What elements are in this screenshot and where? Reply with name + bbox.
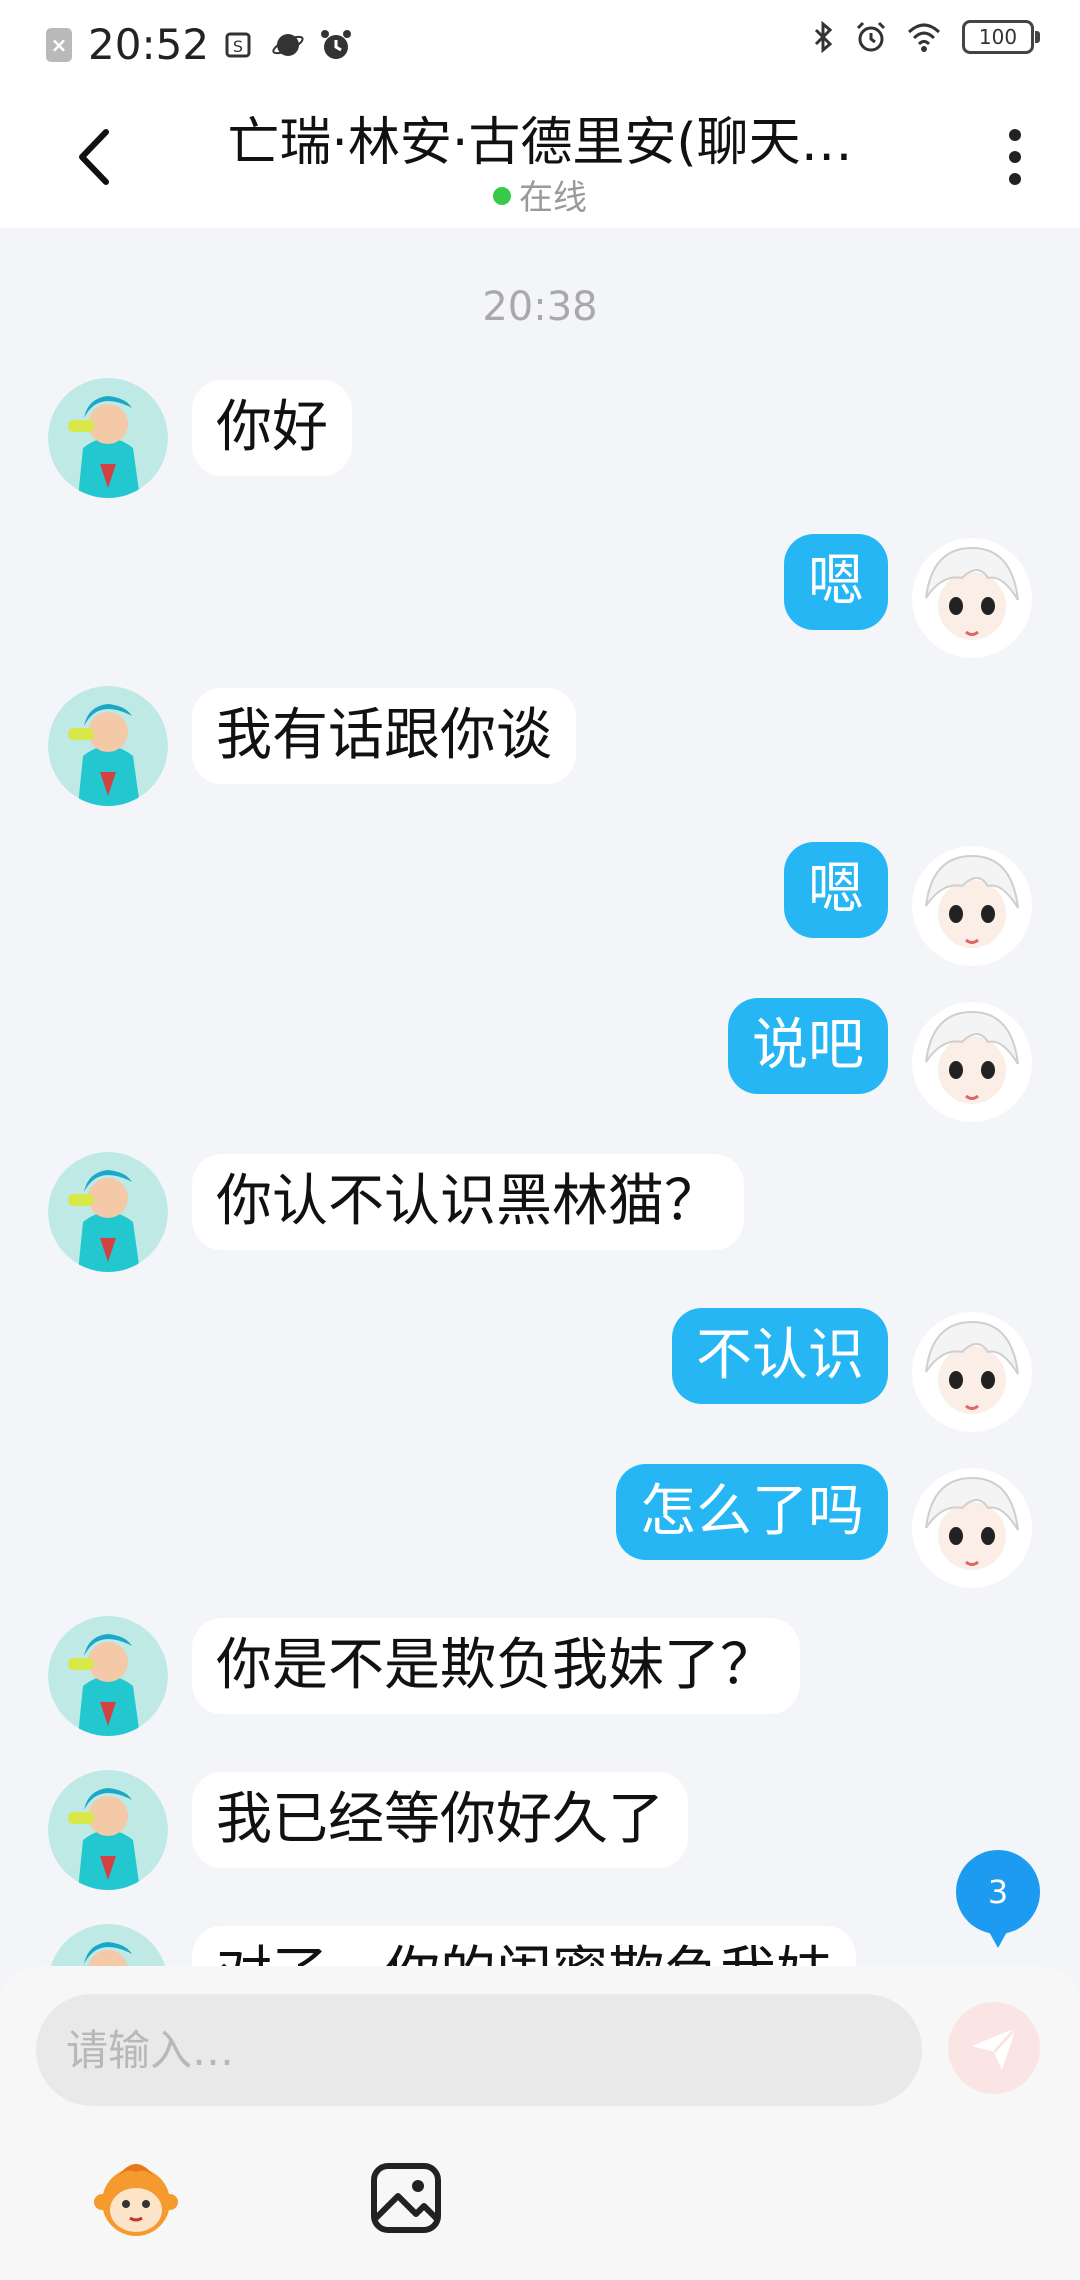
contact-avatar[interactable] bbox=[48, 378, 168, 498]
message-bubble[interactable]: 你是不是欺负我妹了？ bbox=[192, 1618, 800, 1714]
message-bubble[interactable]: 嗯 bbox=[784, 534, 888, 630]
message-bubble[interactable]: 嗯 bbox=[784, 842, 888, 938]
contact-avatar[interactable] bbox=[48, 1616, 168, 1736]
outgoing-message: 说吧 bbox=[0, 996, 1080, 1126]
unread-count-badge[interactable]: 3 bbox=[956, 1850, 1040, 1948]
chat-header: 亡瑞·林安·古德里安(聊天… 在线 bbox=[0, 84, 1080, 228]
bluetooth-icon bbox=[814, 20, 833, 54]
outgoing-message: 不认识 bbox=[0, 1306, 1080, 1436]
message-input[interactable] bbox=[36, 1994, 922, 2106]
status-time: 20:52 bbox=[88, 20, 210, 69]
message-input-bar bbox=[0, 1966, 1080, 2280]
online-dot-icon bbox=[493, 186, 511, 205]
outgoing-message: 嗯 bbox=[0, 532, 1080, 662]
incoming-message: 你认不认识黑林猫？ bbox=[0, 1152, 1080, 1282]
message-bubble[interactable]: 不认识 bbox=[672, 1308, 888, 1404]
contact-avatar[interactable] bbox=[48, 1152, 168, 1272]
message-bubble[interactable]: 怎么了吗 bbox=[616, 1464, 888, 1560]
battery-icon: 100 bbox=[962, 20, 1040, 54]
monkey-emoji-icon bbox=[94, 2164, 178, 2236]
online-status-label: 在线 bbox=[519, 178, 587, 218]
message-bubble[interactable]: 你认不认识黑林猫？ bbox=[192, 1154, 744, 1250]
send-button[interactable] bbox=[948, 2002, 1040, 2094]
more-options-button[interactable] bbox=[1000, 124, 1030, 190]
incoming-message: 你好 bbox=[0, 378, 1080, 508]
image-picker-button[interactable] bbox=[358, 2150, 454, 2246]
contact-avatar[interactable] bbox=[48, 1924, 168, 1968]
incoming-message: 我有话跟你谈 bbox=[0, 686, 1080, 816]
alarm-icon bbox=[321, 29, 352, 59]
status-bar: × 20:52 S 100 bbox=[0, 0, 1080, 84]
data-icon: S bbox=[225, 32, 251, 57]
wifi-icon bbox=[907, 23, 941, 52]
message-bubble[interactable]: 说吧 bbox=[728, 998, 888, 1094]
message-timestamp: 20:38 bbox=[482, 284, 598, 330]
online-status: 在线 bbox=[0, 170, 1080, 219]
alarm-icon bbox=[856, 21, 886, 52]
dot bbox=[1009, 173, 1021, 185]
chat-message-list[interactable]: 20:38 你好 嗯 我有话跟你谈 嗯 说吧 你认不认识黑林猫？ 不认识 怎么了… bbox=[0, 228, 1080, 1968]
user-avatar[interactable] bbox=[912, 538, 1032, 658]
image-icon bbox=[371, 2163, 441, 2233]
status-right: 100 bbox=[792, 20, 1040, 54]
message-bubble[interactable]: 你好 bbox=[192, 380, 352, 476]
status-left: × 20:52 S bbox=[46, 20, 353, 69]
user-avatar[interactable] bbox=[912, 1002, 1032, 1122]
planet-icon bbox=[272, 33, 304, 56]
send-icon bbox=[972, 2026, 1018, 2070]
contact-name: 亡瑞·林安·古德里安(聊天… bbox=[227, 113, 853, 173]
user-avatar[interactable] bbox=[912, 846, 1032, 966]
dot bbox=[1009, 129, 1021, 141]
sim-icon: × bbox=[46, 27, 72, 62]
incoming-message: 你是不是欺负我妹了？ bbox=[0, 1616, 1080, 1746]
outgoing-message: 嗯 bbox=[0, 840, 1080, 970]
message-bubble[interactable]: 我已经等你好久了 bbox=[192, 1772, 688, 1868]
outgoing-message: 怎么了吗 bbox=[0, 1462, 1080, 1592]
contact-avatar[interactable] bbox=[48, 686, 168, 806]
contact-avatar[interactable] bbox=[48, 1770, 168, 1890]
dot bbox=[1009, 151, 1021, 163]
user-avatar[interactable] bbox=[912, 1312, 1032, 1432]
svg-text:S: S bbox=[233, 37, 243, 56]
message-bubble[interactable]: 对了，你的闺蜜欺负我妹 bbox=[192, 1926, 856, 1968]
message-bubble[interactable]: 我有话跟你谈 bbox=[192, 688, 576, 784]
emoji-sticker-button[interactable] bbox=[88, 2150, 184, 2246]
user-avatar[interactable] bbox=[912, 1468, 1032, 1588]
incoming-message: 我已经等你好久了 bbox=[0, 1770, 1080, 1900]
incoming-message: 对了，你的闺蜜欺负我妹 bbox=[0, 1924, 1080, 1968]
